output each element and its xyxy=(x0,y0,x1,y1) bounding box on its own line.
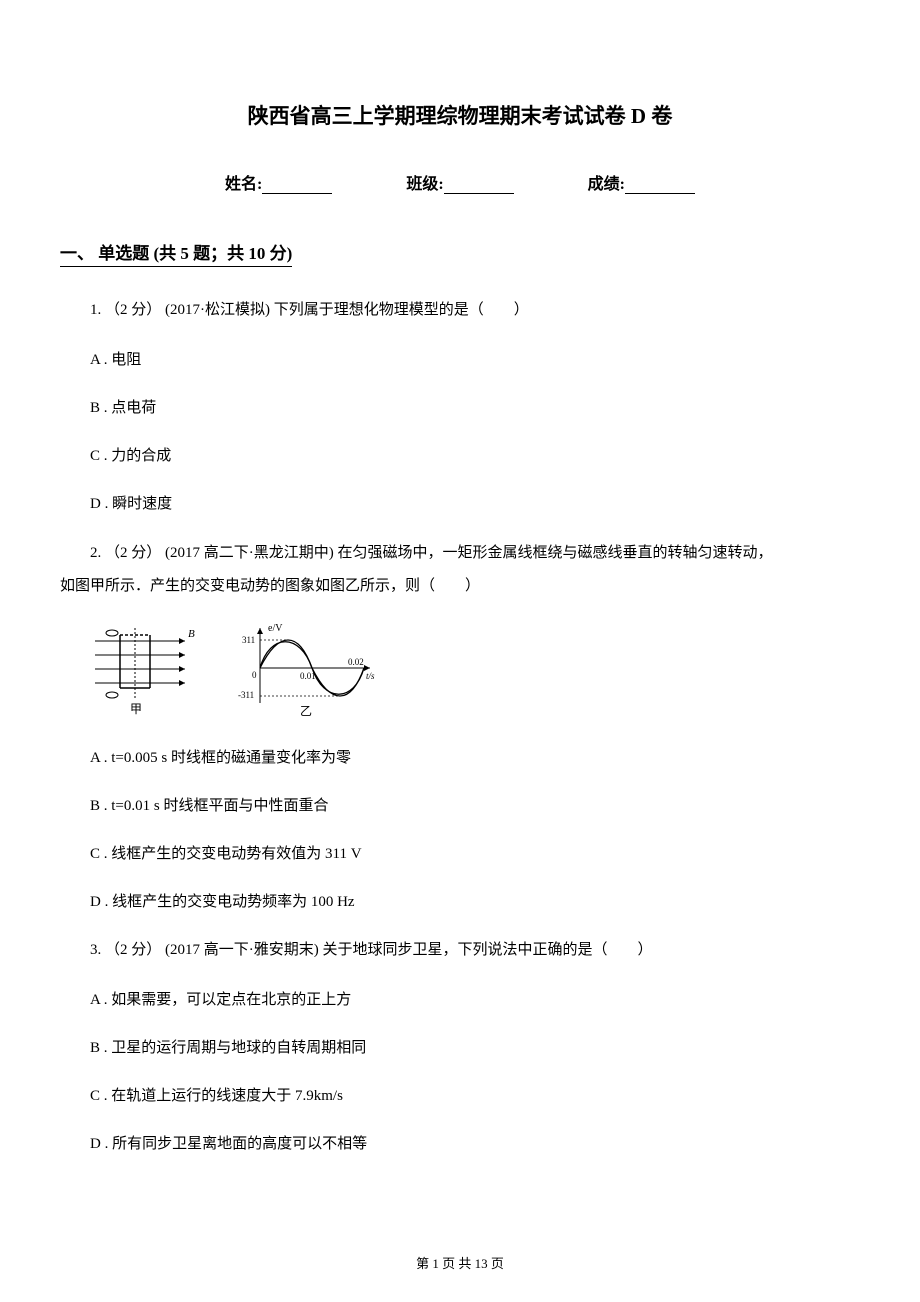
svg-text:e/V: e/V xyxy=(268,623,283,634)
q2-stem-line1: 2. （2 分） (2017 高二下·黑龙江期中) 在匀强磁场中，一矩形金属线框… xyxy=(60,537,860,570)
class-underline xyxy=(444,193,514,194)
svg-text:-311: -311 xyxy=(238,690,254,700)
exam-title: 陕西省高三上学期理综物理期末考试试卷 D 卷 xyxy=(60,100,860,130)
svg-text:B: B xyxy=(188,628,195,640)
q1-option-c: C . 力的合成 xyxy=(60,441,860,471)
class-field: 班级: xyxy=(406,170,513,194)
svg-text:0.01: 0.01 xyxy=(300,671,316,681)
q3-option-b: B . 卫星的运行周期与地球的自转周期相同 xyxy=(60,1033,860,1063)
name-field: 姓名: xyxy=(225,170,332,194)
svg-text:乙: 乙 xyxy=(300,704,312,718)
class-label: 班级: xyxy=(406,176,443,193)
svg-text:0: 0 xyxy=(252,670,257,680)
q2-stem-line2: 如图甲所示．产生的交变电动势的图象如图乙所示，则（ ） xyxy=(60,578,480,594)
q2-figure-svg: B 甲 e/V 311 -311 0 0.01 0.02 t/s xyxy=(90,623,380,718)
q2-option-b: B . t=0.01 s 时线框平面与中性面重合 xyxy=(60,791,860,821)
emf-graph: e/V 311 -311 0 0.01 0.02 t/s 乙 xyxy=(238,623,375,718)
q2-option-c: C . 线框产生的交变电动势有效值为 311 V xyxy=(60,839,860,869)
q1-stem: 1. （2 分） (2017·松江模拟) 下列属于理想化物理模型的是（ ） xyxy=(60,295,860,325)
svg-text:t/s: t/s xyxy=(366,671,375,681)
q2-option-a: A . t=0.005 s 时线框的磁通量变化率为零 xyxy=(60,743,860,773)
q1-option-b: B . 点电荷 xyxy=(60,393,860,423)
q2-figure: B 甲 e/V 311 -311 0 0.01 0.02 t/s xyxy=(90,623,860,718)
coil-diagram: B 甲 xyxy=(95,628,195,716)
student-info-row: 姓名: 班级: 成绩: xyxy=(60,170,860,194)
q1-option-d: D . 瞬时速度 xyxy=(60,489,860,519)
svg-text:0.02: 0.02 xyxy=(348,657,364,667)
score-underline xyxy=(625,193,695,194)
q2-stem: 2. （2 分） (2017 高二下·黑龙江期中) 在匀强磁场中，一矩形金属线框… xyxy=(60,537,860,603)
page-footer: 第 1 页 共 13 页 xyxy=(0,1253,920,1272)
q3-stem: 3. （2 分） (2017 高一下·雅安期末) 关于地球同步卫星，下列说法中正… xyxy=(60,935,860,965)
name-underline xyxy=(262,193,332,194)
svg-text:311: 311 xyxy=(242,635,255,645)
section-1-header: 一、 单选题 (共 5 题；共 10 分) xyxy=(60,239,292,267)
q3-option-a: A . 如果需要，可以定点在北京的正上方 xyxy=(60,985,860,1015)
q3-option-c: C . 在轨道上运行的线速度大于 7.9km/s xyxy=(60,1081,860,1111)
q1-option-a: A . 电阻 xyxy=(60,345,860,375)
svg-text:甲: 甲 xyxy=(130,702,142,716)
score-field: 成绩: xyxy=(588,170,695,194)
q3-option-d: D . 所有同步卫星离地面的高度可以不相等 xyxy=(60,1129,860,1159)
score-label: 成绩: xyxy=(588,176,625,193)
q2-option-d: D . 线框产生的交变电动势频率为 100 Hz xyxy=(60,887,860,917)
name-label: 姓名: xyxy=(225,176,262,193)
